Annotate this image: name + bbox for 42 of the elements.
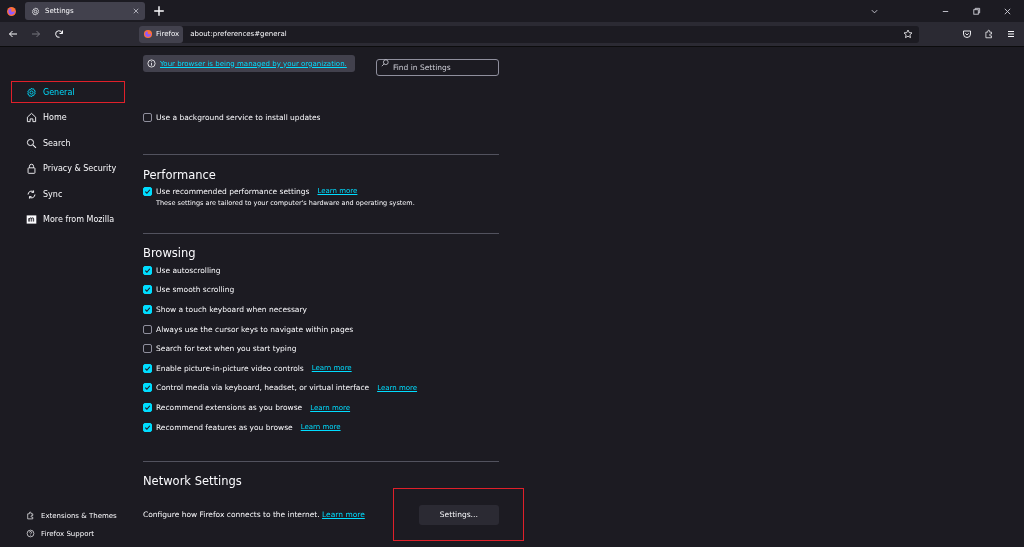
firefox-logo-icon <box>143 29 153 39</box>
new-tab-icon[interactable] <box>153 5 165 17</box>
sidebar-item[interactable]: Privacy & Security <box>11 157 125 180</box>
pocket-icon[interactable] <box>962 29 972 39</box>
gear-icon <box>26 86 37 98</box>
home-icon <box>26 112 37 124</box>
restore-icon[interactable] <box>972 6 981 16</box>
checkbox[interactable] <box>143 285 152 295</box>
checkbox[interactable] <box>143 383 152 393</box>
sidebar-item[interactable]: More from Mozilla <box>11 208 125 231</box>
sidebar-item[interactable]: Search <box>11 132 125 155</box>
close-icon[interactable] <box>1003 6 1012 16</box>
checkbox[interactable] <box>143 186 152 196</box>
checkbox[interactable] <box>143 403 152 413</box>
help-icon <box>26 529 35 538</box>
search-icon <box>26 137 37 149</box>
checkbox[interactable] <box>143 113 152 123</box>
checkbox[interactable] <box>143 344 152 354</box>
checkbox[interactable] <box>143 422 152 432</box>
mozilla-m-icon <box>26 214 37 226</box>
checkbox[interactable] <box>143 324 152 334</box>
gear-icon <box>31 6 40 16</box>
sidebar-item[interactable]: General <box>11 81 125 103</box>
section-heading: Browsing <box>143 245 197 261</box>
menu-icon[interactable] <box>1006 29 1016 39</box>
checkbox[interactable] <box>143 363 152 373</box>
sidebar-item[interactable]: Sync <box>11 183 125 206</box>
back-icon[interactable] <box>8 29 18 39</box>
puzzle-icon <box>26 511 35 520</box>
info-icon <box>147 59 156 68</box>
reload-icon[interactable] <box>54 29 64 39</box>
section-heading: Network Settings <box>143 473 243 489</box>
lock-icon <box>26 163 37 175</box>
close-icon[interactable] <box>133 8 139 14</box>
section-heading: Performance <box>143 166 217 182</box>
checkbox[interactable] <box>143 304 152 314</box>
browser-logo-icon <box>5 5 17 17</box>
checkbox[interactable] <box>143 265 152 275</box>
puzzle-icon <box>984 29 994 39</box>
sidebar-item[interactable]: Home <box>11 106 125 129</box>
sync-icon <box>26 188 37 200</box>
star-icon[interactable] <box>903 29 913 39</box>
